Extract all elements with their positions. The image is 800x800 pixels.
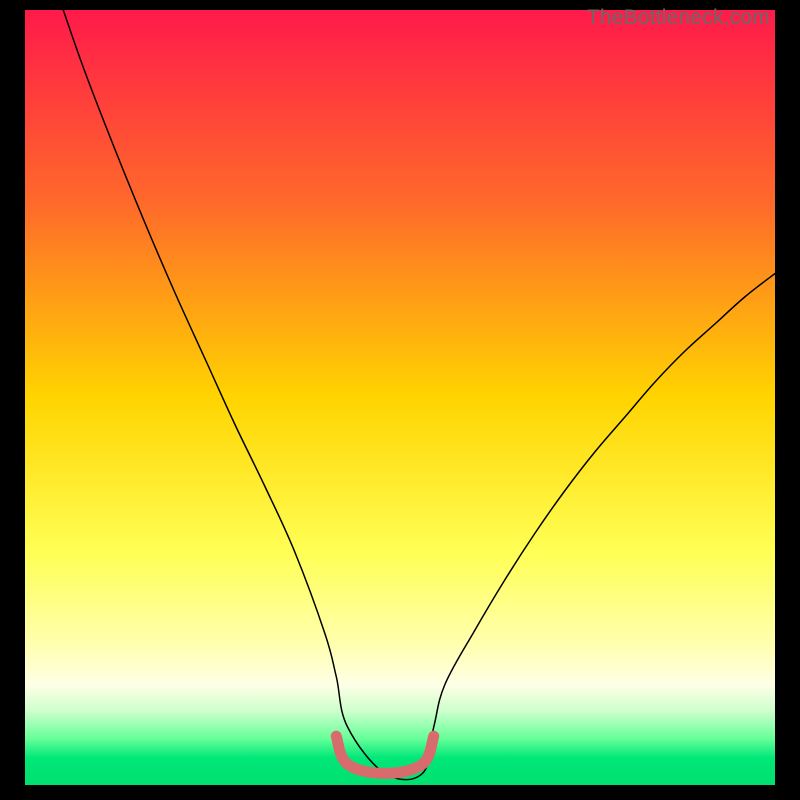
chart-svg xyxy=(25,10,775,785)
gradient-background xyxy=(25,10,775,785)
chart-frame xyxy=(25,10,775,785)
watermark-text: TheBottleneck.com xyxy=(587,6,770,30)
